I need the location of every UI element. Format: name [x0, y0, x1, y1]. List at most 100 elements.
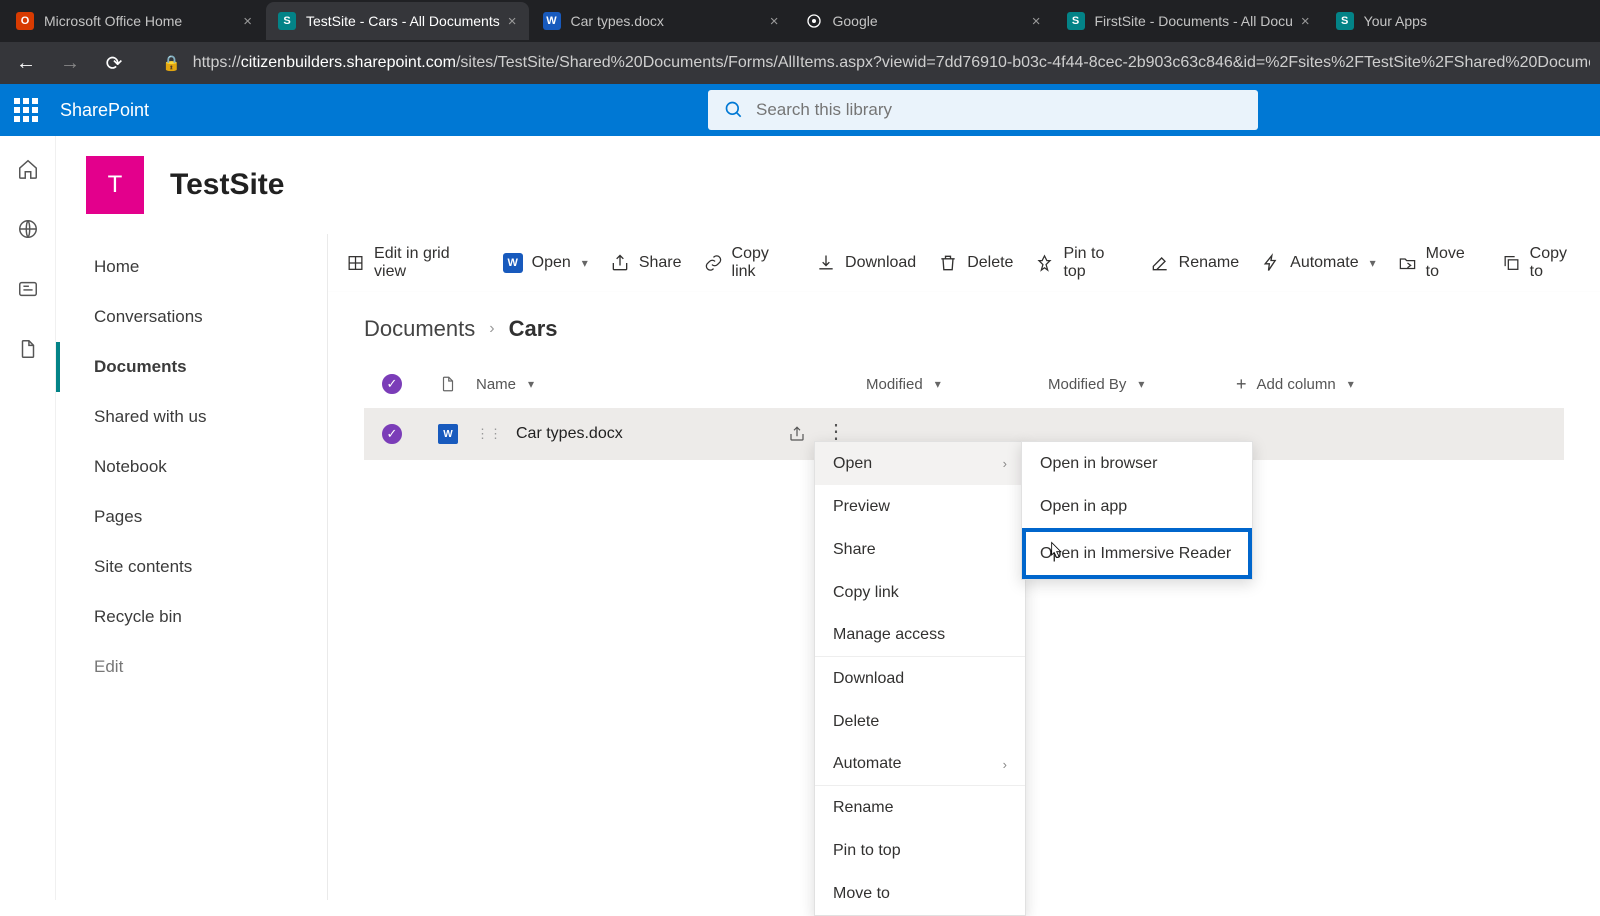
copy-link-button[interactable]: Copy link: [704, 245, 795, 281]
download-button[interactable]: Download: [816, 253, 916, 273]
edit-grid-button[interactable]: Edit in grid view: [346, 245, 481, 281]
back-button[interactable]: ←: [10, 52, 42, 75]
globe-icon[interactable]: [17, 218, 39, 240]
browser-tab[interactable]: S FirstSite - Documents - All Docu ×: [1055, 2, 1322, 40]
rename-icon: [1150, 253, 1170, 273]
sub-open-app[interactable]: Open in app: [1022, 485, 1252, 528]
site-header: T TestSite: [56, 136, 1600, 234]
chevron-right-icon: ›: [1003, 757, 1007, 772]
browser-tab[interactable]: Google ×: [793, 2, 1053, 40]
ctx-copy-link[interactable]: Copy link: [815, 571, 1025, 614]
ctx-preview[interactable]: Preview: [815, 485, 1025, 528]
download-icon: [816, 253, 836, 273]
automate-button[interactable]: Automate▾: [1261, 253, 1376, 273]
ctx-delete[interactable]: Delete: [815, 700, 1025, 743]
rename-button[interactable]: Rename: [1150, 253, 1239, 273]
tab-title: Google: [833, 13, 1024, 29]
reload-button[interactable]: ⟳: [98, 51, 130, 76]
add-column-button[interactable]: +Add column▾: [1236, 374, 1354, 395]
nav-recycle-bin[interactable]: Recycle bin: [56, 592, 327, 642]
close-icon[interactable]: ×: [770, 13, 779, 30]
search-input[interactable]: [756, 100, 1242, 120]
nav-conversations[interactable]: Conversations: [56, 292, 327, 342]
share-button[interactable]: Share: [610, 253, 682, 273]
sub-open-immersive-reader[interactable]: Open in Immersive Reader: [1022, 528, 1252, 579]
word-icon: W: [503, 253, 523, 273]
browser-tab[interactable]: W Car types.docx ×: [531, 2, 791, 40]
column-headers: ✓ Name▾ Modified▾ Modified By▾ +Add colu…: [364, 360, 1564, 408]
column-name[interactable]: Name▾: [476, 376, 866, 393]
ctx-manage-access[interactable]: Manage access: [815, 614, 1025, 657]
column-modified-by[interactable]: Modified By▾: [1048, 376, 1236, 393]
nav-pages[interactable]: Pages: [56, 492, 327, 542]
home-icon[interactable]: [17, 158, 39, 180]
site-title[interactable]: TestSite: [170, 168, 284, 202]
ctx-download[interactable]: Download: [815, 657, 1025, 700]
select-all-checkbox[interactable]: ✓: [382, 374, 402, 394]
chevron-right-icon: ›: [1003, 456, 1007, 471]
chevron-down-icon: ▾: [1348, 377, 1354, 391]
column-modified[interactable]: Modified▾: [866, 376, 1048, 393]
app-launcher-icon[interactable]: [12, 96, 40, 124]
file-name[interactable]: Car types.docx: [516, 425, 623, 443]
breadcrumb-root[interactable]: Documents: [364, 316, 475, 342]
nav-home[interactable]: Home: [56, 242, 327, 292]
ctx-open[interactable]: Open›: [815, 442, 1025, 485]
copy-to-button[interactable]: Copy to: [1502, 245, 1582, 281]
share-icon: [610, 253, 630, 273]
plus-icon: +: [1236, 374, 1247, 395]
row-checkbox[interactable]: ✓: [382, 424, 402, 444]
address-bar: ← → ⟳ 🔒 https://citizenbuilders.sharepoi…: [0, 42, 1600, 84]
nav-edit[interactable]: Edit: [56, 642, 327, 692]
trash-icon: [938, 253, 958, 273]
open-submenu: Open in browser Open in app Open in Imme…: [1021, 441, 1253, 580]
open-button[interactable]: W Open▾: [503, 253, 588, 273]
grid-icon: [346, 253, 365, 273]
browser-tab[interactable]: O Microsoft Office Home ×: [4, 2, 264, 40]
sub-open-browser[interactable]: Open in browser: [1022, 442, 1252, 485]
tab-title: TestSite - Cars - All Documents: [306, 13, 500, 29]
browser-tab[interactable]: S TestSite - Cars - All Documents ×: [266, 2, 529, 40]
move-icon: [1398, 253, 1417, 273]
context-menu: Open› Preview Share Copy link Manage acc…: [814, 441, 1026, 916]
office-icon: O: [16, 12, 34, 30]
close-icon[interactable]: ×: [1032, 13, 1041, 30]
app-rail: [0, 136, 56, 900]
ctx-pin[interactable]: Pin to top: [815, 829, 1025, 872]
nav-documents[interactable]: Documents: [56, 342, 327, 392]
tab-title: FirstSite - Documents - All Docu: [1095, 13, 1293, 29]
share-icon[interactable]: [788, 425, 806, 443]
close-icon[interactable]: ×: [1301, 13, 1310, 30]
delete-button[interactable]: Delete: [938, 253, 1013, 273]
sharepoint-brand[interactable]: SharePoint: [60, 100, 149, 121]
quick-launch-nav: Home Conversations Documents Shared with…: [56, 234, 328, 900]
site-logo[interactable]: T: [86, 156, 144, 214]
word-icon: W: [543, 12, 561, 30]
word-file-icon: W: [438, 424, 458, 444]
browser-tab[interactable]: S Your Apps: [1324, 2, 1504, 40]
google-icon: [805, 12, 823, 30]
move-to-button[interactable]: Move to: [1398, 245, 1480, 281]
ctx-move-to[interactable]: Move to: [815, 872, 1025, 915]
tab-title: Microsoft Office Home: [44, 13, 235, 29]
search-box[interactable]: [708, 90, 1258, 130]
files-icon[interactable]: [17, 338, 39, 360]
forward-button[interactable]: →: [54, 52, 86, 75]
nav-shared-with-us[interactable]: Shared with us: [56, 392, 327, 442]
command-bar: Edit in grid view W Open▾ Share Copy lin…: [328, 234, 1600, 292]
copy-icon: [1502, 253, 1521, 273]
nav-site-contents[interactable]: Site contents: [56, 542, 327, 592]
breadcrumb: Documents › Cars: [328, 292, 1600, 360]
browser-tab-strip: O Microsoft Office Home × S TestSite - C…: [0, 0, 1600, 42]
chevron-down-icon: ▾: [582, 256, 588, 270]
news-icon[interactable]: [17, 278, 39, 300]
pin-button[interactable]: Pin to top: [1035, 245, 1127, 281]
close-icon[interactable]: ×: [508, 13, 517, 30]
ctx-share[interactable]: Share: [815, 528, 1025, 571]
ctx-rename[interactable]: Rename: [815, 786, 1025, 829]
nav-notebook[interactable]: Notebook: [56, 442, 327, 492]
close-icon[interactable]: ×: [243, 13, 252, 30]
ctx-automate[interactable]: Automate›: [815, 743, 1025, 786]
search-icon: [724, 100, 744, 120]
url-text[interactable]: https://citizenbuilders.sharepoint.com/s…: [193, 54, 1590, 72]
